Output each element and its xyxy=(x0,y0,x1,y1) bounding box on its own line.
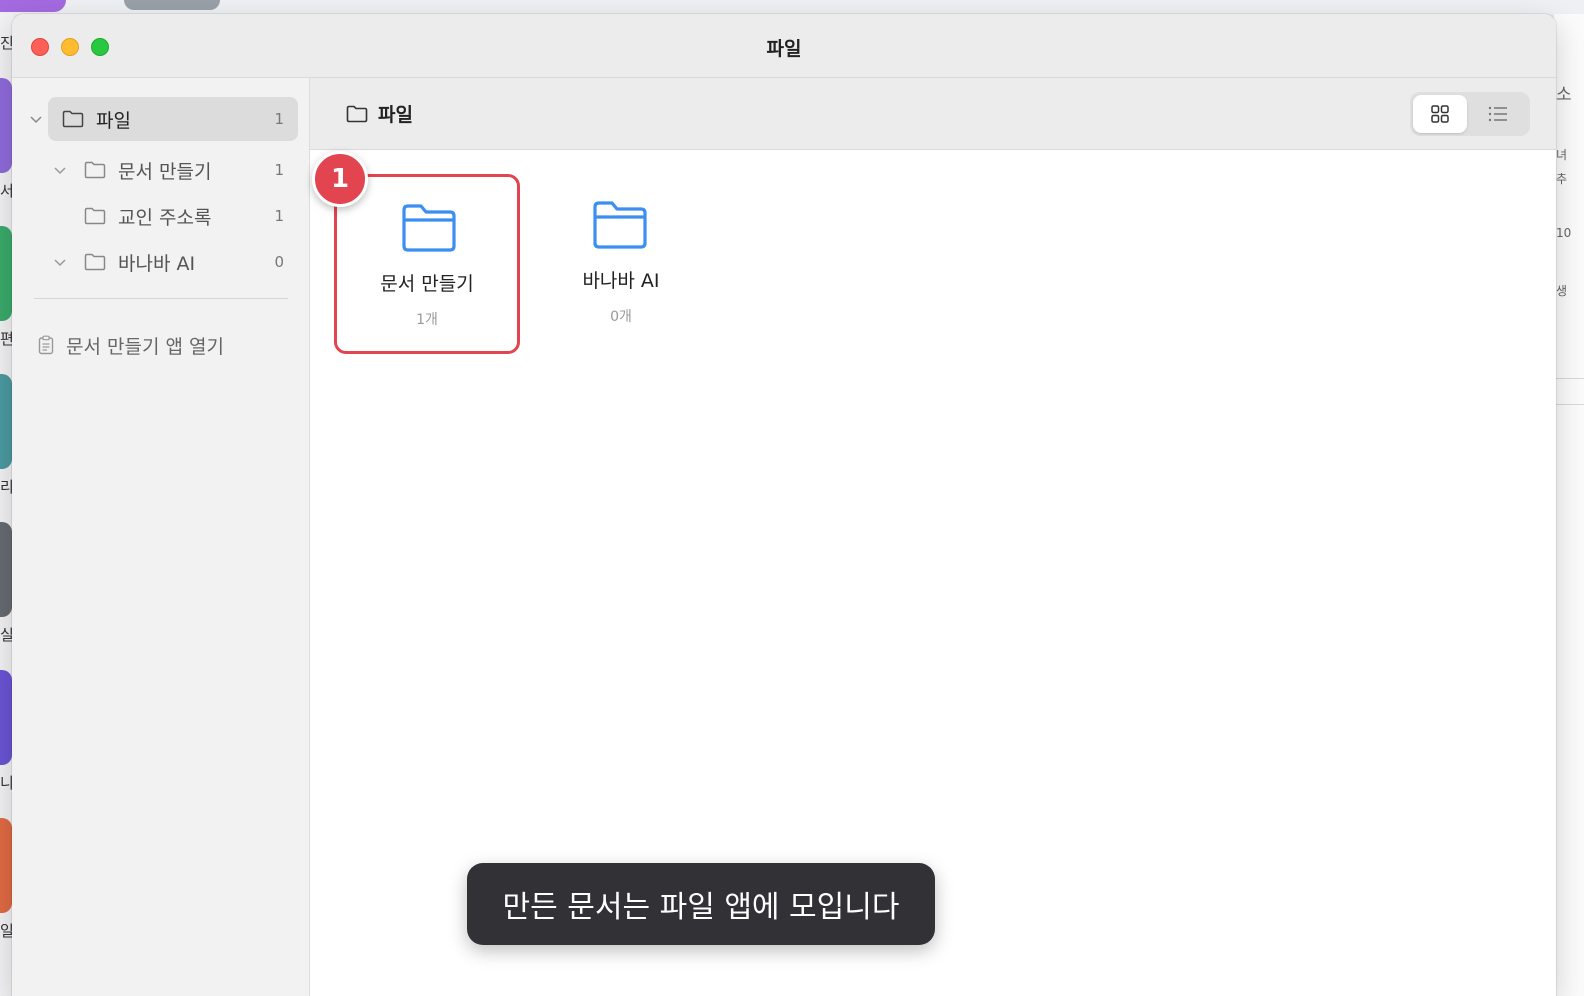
background-tile xyxy=(0,226,12,321)
sidebar-item-create-docs[interactable]: 문서 만들기 1 xyxy=(52,148,298,192)
item-count: 1 xyxy=(274,110,284,128)
list-icon xyxy=(1488,106,1507,122)
files-window: 파일 파일 1 문서 만들기 1 교인 주소록 1 바나바 AI 0 문서 만들… xyxy=(12,14,1556,996)
window-title: 파일 xyxy=(766,38,802,60)
background-app-shape xyxy=(0,0,66,12)
folder-icon xyxy=(84,161,106,179)
main-content: 파일 문서 만들기 1개 바나바 AI 0개 xyxy=(310,78,1556,996)
breadcrumb[interactable]: 파일 xyxy=(346,100,413,127)
folder-name: 바나바 AI xyxy=(582,270,660,292)
sidebar-item-church-addresses[interactable]: 교인 주소록 1 xyxy=(84,194,298,238)
background-text: 10 xyxy=(1556,226,1572,240)
folder-item-count: 0개 xyxy=(610,309,632,325)
tutorial-step-badge: 1 xyxy=(312,151,368,207)
item-count: 0 xyxy=(274,253,284,271)
chevron-down-icon[interactable] xyxy=(52,254,68,270)
open-app-label: 문서 만들기 앱 열기 xyxy=(66,335,224,358)
folder-icon xyxy=(346,105,368,122)
chevron-down-icon[interactable] xyxy=(28,111,44,127)
view-mode-toggle xyxy=(1410,92,1530,136)
clipboard-icon xyxy=(38,335,54,355)
background-divider xyxy=(1556,378,1584,379)
background-tile xyxy=(0,374,12,469)
background-text: 소 xyxy=(1556,85,1572,105)
folder-icon xyxy=(84,253,106,271)
background-divider xyxy=(1556,404,1584,405)
sidebar-item-barnabas-ai[interactable]: 바나바 AI 0 xyxy=(52,240,298,284)
grid-view-button[interactable] xyxy=(1413,95,1467,133)
toolbar: 파일 xyxy=(310,78,1556,150)
background-tile xyxy=(0,818,12,913)
folder-icon xyxy=(62,110,84,128)
sidebar-item-label: 교인 주소록 xyxy=(118,206,212,229)
sidebar-item-label: 문서 만들기 xyxy=(118,160,212,183)
background-text: 추 xyxy=(1556,172,1568,186)
background-tile xyxy=(0,78,12,173)
folder-card-create-docs[interactable]: 문서 만들기 1개 xyxy=(334,174,520,354)
grid-icon xyxy=(1431,105,1449,123)
tutorial-toast: 만든 문서는 파일 앱에 모입니다 xyxy=(467,863,935,945)
folder-item-count: 1개 xyxy=(416,312,438,328)
background-text: 녀 xyxy=(1556,148,1568,162)
breadcrumb-label: 파일 xyxy=(378,104,413,126)
background-tile xyxy=(0,670,12,765)
folder-icon xyxy=(84,207,106,225)
desktop-background xyxy=(0,0,1584,14)
open-create-docs-app-link[interactable]: 문서 만들기 앱 열기 xyxy=(38,330,224,360)
background-app-shape xyxy=(124,0,220,10)
title-bar: 파일 xyxy=(12,14,1556,78)
list-view-button[interactable] xyxy=(1471,95,1525,133)
item-count: 1 xyxy=(274,207,284,225)
sidebar: 파일 1 문서 만들기 1 교인 주소록 1 바나바 AI 0 문서 만들기 앱… xyxy=(12,78,310,996)
folder-icon xyxy=(402,204,456,252)
sidebar-item-label: 파일 xyxy=(96,109,131,132)
sidebar-item-files[interactable]: 파일 1 xyxy=(30,97,298,141)
sidebar-item-label: 바나바 AI xyxy=(118,252,196,275)
background-text: 생 xyxy=(1556,284,1568,298)
folder-icon xyxy=(593,201,647,249)
item-count: 1 xyxy=(274,161,284,179)
folder-name: 문서 만들기 xyxy=(380,273,474,295)
folder-card-barnabas-ai[interactable]: 바나바 AI 0개 xyxy=(528,174,714,354)
chevron-down-icon[interactable] xyxy=(52,162,68,178)
sidebar-divider xyxy=(34,298,288,299)
background-tile xyxy=(0,522,12,617)
